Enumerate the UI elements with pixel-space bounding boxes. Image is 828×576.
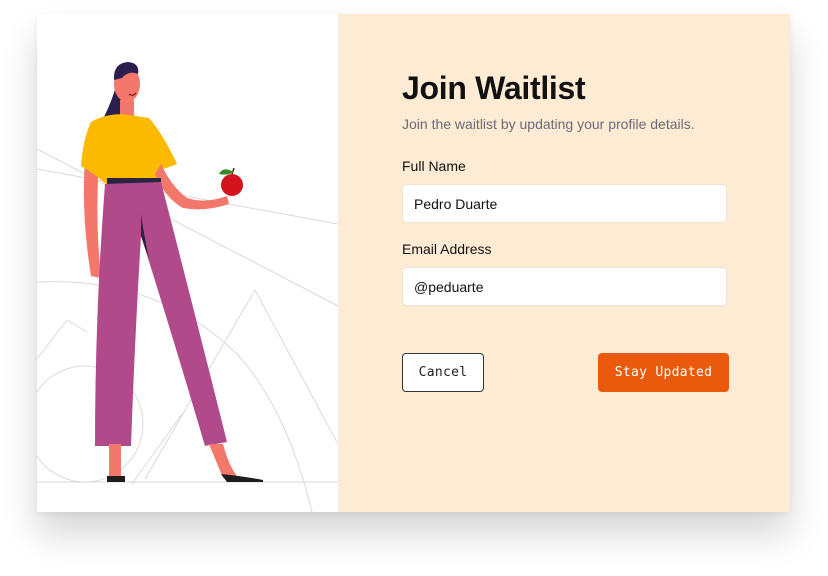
illustration-panel <box>37 14 338 512</box>
form-panel: Join Waitlist Join the waitlist by updat… <box>338 14 790 512</box>
email-address-input[interactable] <box>402 267 727 306</box>
full-name-label: Full Name <box>402 158 466 174</box>
email-address-label: Email Address <box>402 241 492 257</box>
person-illustration <box>37 62 338 512</box>
page-title: Join Waitlist <box>402 70 586 106</box>
stay-updated-button[interactable]: Stay Updated <box>598 353 729 392</box>
cancel-button[interactable]: Cancel <box>402 353 484 392</box>
full-name-input[interactable] <box>402 184 727 223</box>
apple-icon <box>221 174 243 196</box>
waitlist-card: Join Waitlist Join the waitlist by updat… <box>37 14 790 512</box>
page-subtitle: Join the waitlist by updating your profi… <box>402 116 695 132</box>
